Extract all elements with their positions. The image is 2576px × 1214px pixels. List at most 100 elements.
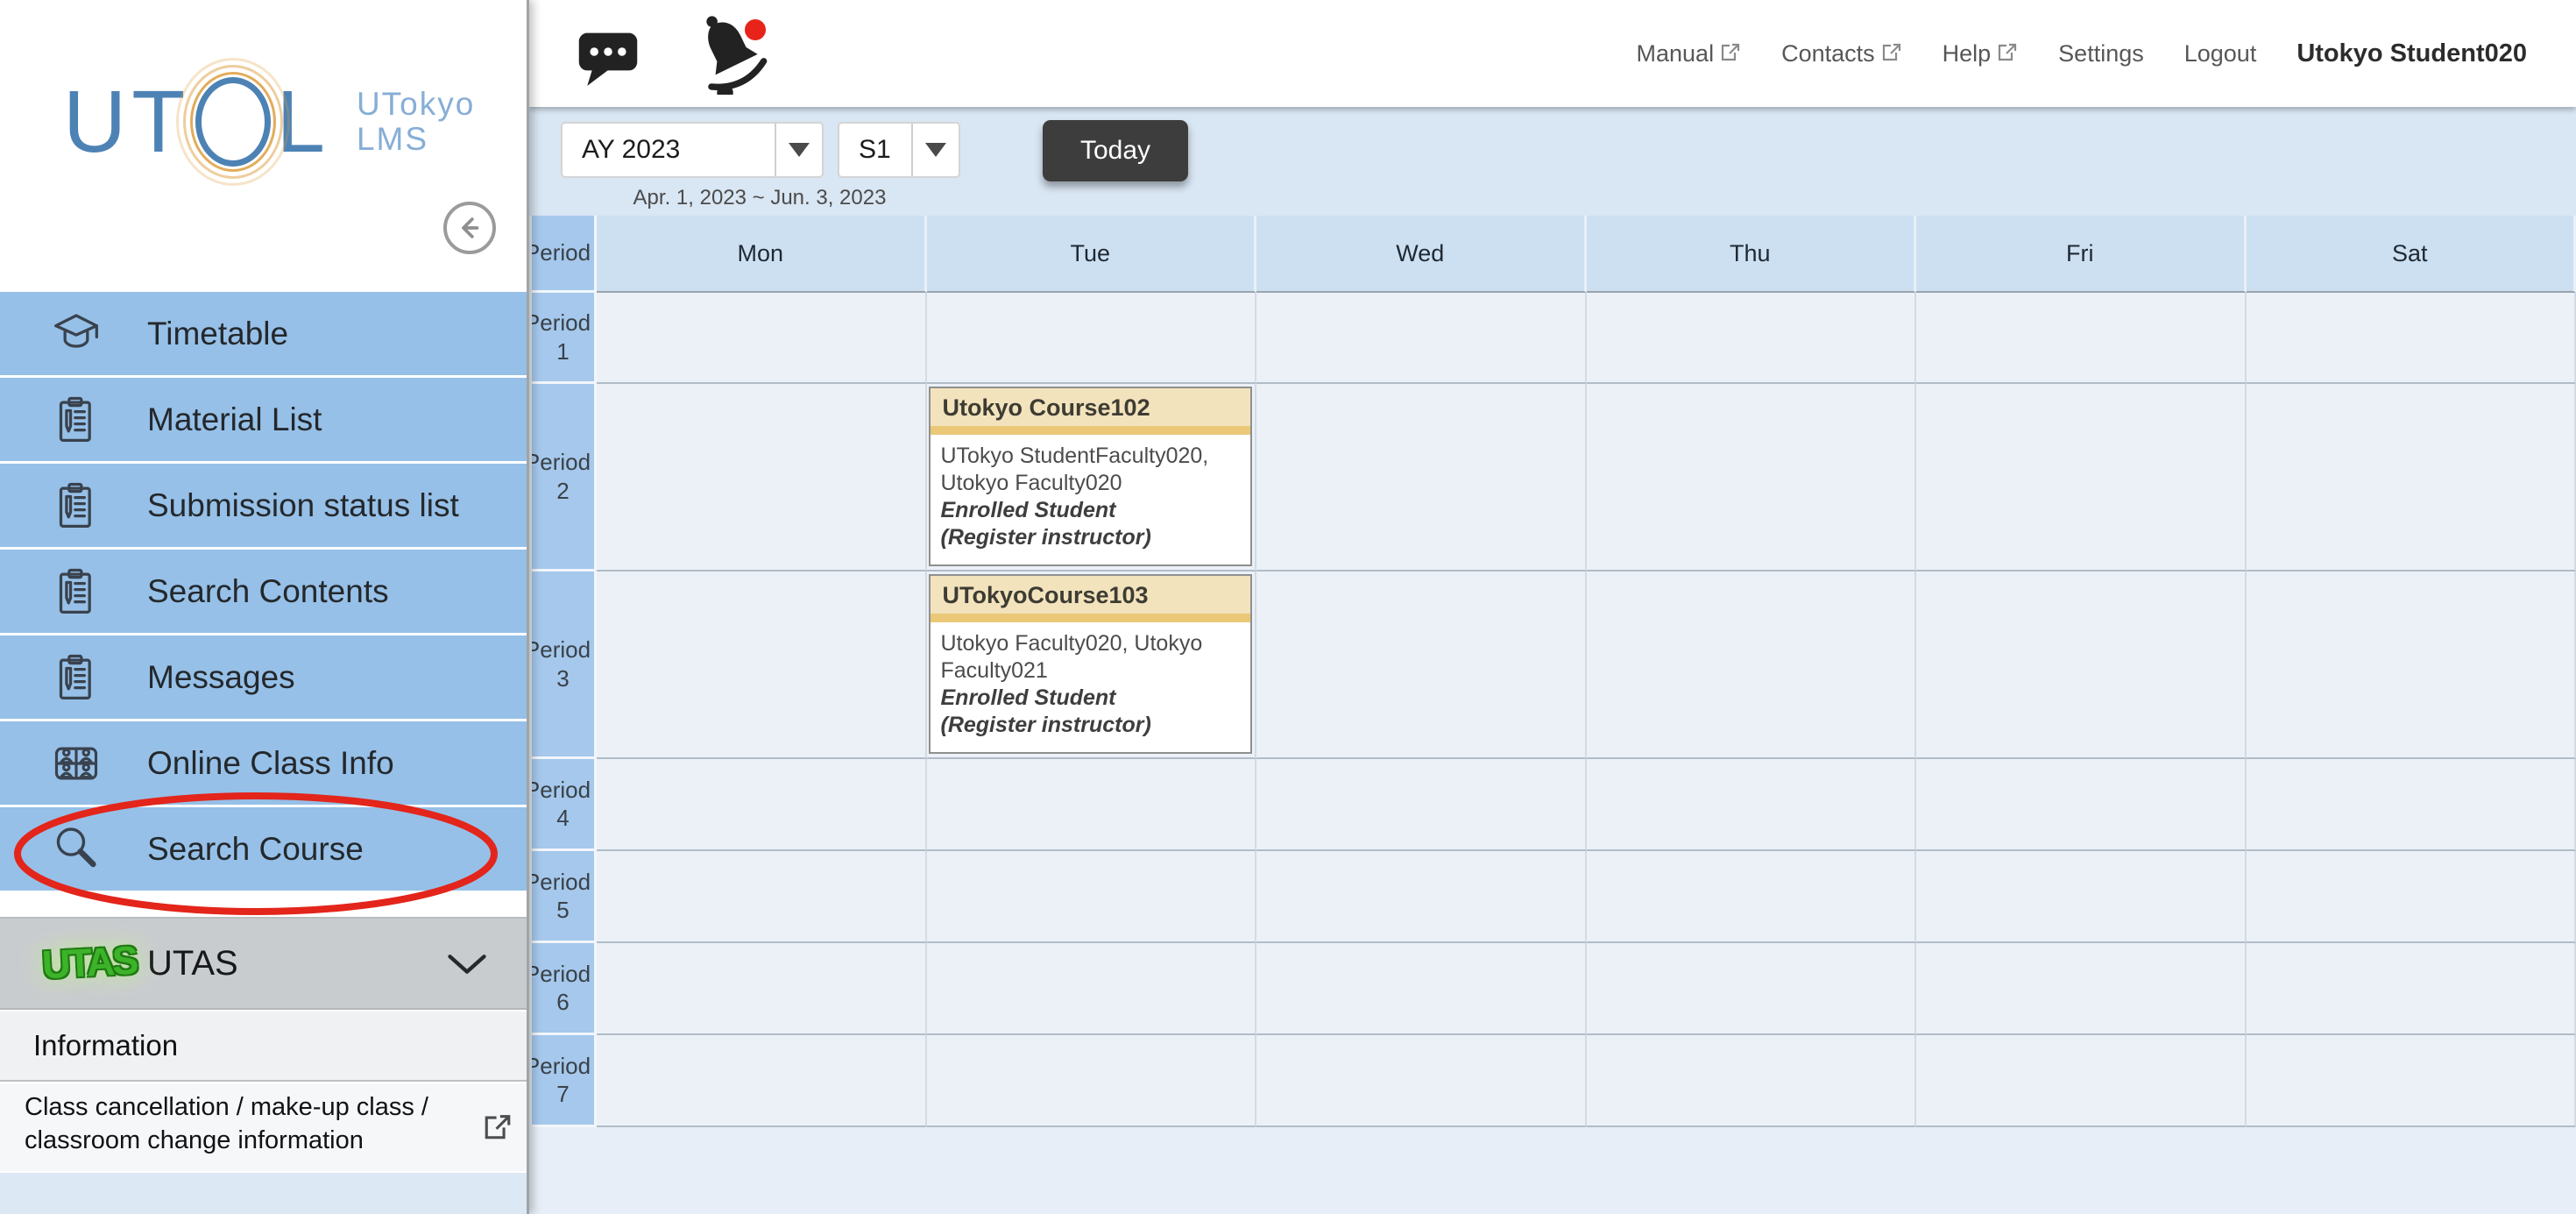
online-class-icon xyxy=(47,740,105,787)
term-select[interactable]: S1 xyxy=(838,122,960,178)
dropdown-arrow-icon xyxy=(925,143,946,157)
period-label-6: Period6 xyxy=(532,943,597,1035)
submission-list-icon xyxy=(47,481,105,530)
search-contents-icon xyxy=(47,567,105,616)
logo-subtitle-line1: UTokyo xyxy=(357,87,475,122)
sidebar-item-online-class-info[interactable]: Online Class Info xyxy=(0,721,527,805)
user-name: Utokyo Student020 xyxy=(2296,39,2527,68)
dropdown-arrow-icon xyxy=(789,143,810,157)
timetable-cell-sat-p1 xyxy=(2247,293,2576,384)
top-nav: Manual Contacts Help Settings Logout Utok… xyxy=(1637,0,2576,107)
top-link-help[interactable]: Help xyxy=(1943,40,2019,67)
timetable-cell-thu-p3 xyxy=(1587,572,1917,759)
course-title: Utokyo Course102 xyxy=(931,388,1251,435)
top-bar: Manual Contacts Help Settings Logout Utok… xyxy=(529,0,2576,107)
timetable-cell-sat-p5 xyxy=(2247,851,2576,943)
course-card[interactable]: Utokyo Course102UTokyo StudentFaculty020… xyxy=(929,387,1253,566)
sidebar-item-label: Online Class Info xyxy=(147,745,394,782)
sidebar-item-search-contents[interactable]: Search Contents xyxy=(0,550,527,633)
period-label-4: Period4 xyxy=(532,759,597,851)
date-range: Apr. 1, 2023 ~ Jun. 3, 2023 xyxy=(556,186,964,210)
sidebar-item-label: Search Contents xyxy=(147,573,389,610)
top-link-settings[interactable]: Settings xyxy=(2058,40,2144,67)
material-list-icon xyxy=(47,395,105,444)
course-instructors: Utokyo Faculty020, Utokyo Faculty021 xyxy=(941,630,1241,685)
sidebar-item-utas[interactable]: UTAS UTAS xyxy=(0,917,527,1010)
utas-logo: UTAS xyxy=(41,939,119,988)
timetable-cell-fri-p2 xyxy=(1916,384,2247,572)
day-header-mon: Mon xyxy=(597,216,927,293)
timetable-cell-fri-p3 xyxy=(1916,572,2247,759)
timetable-cell-thu-p7 xyxy=(1587,1035,1917,1127)
timetable-cell-sat-p7 xyxy=(2247,1035,2576,1127)
sidebar-menu: Timetable Material List Submission statu… xyxy=(0,292,527,893)
sidebar-item-search-course[interactable]: Search Course xyxy=(0,807,527,891)
period-label-7: Period7 xyxy=(532,1035,597,1127)
day-header-wed: Wed xyxy=(1256,216,1587,293)
timetable-cell-fri-p1 xyxy=(1916,293,2247,384)
top-link-label: Settings xyxy=(2058,40,2144,67)
term-value: S1 xyxy=(839,135,911,165)
timetable-cell-tue-p7 xyxy=(927,1035,1257,1127)
class-cancellation-label: Class cancellation / make-up class / cla… xyxy=(25,1093,428,1154)
timetable-cell-thu-p5 xyxy=(1587,851,1917,943)
messages-icon xyxy=(47,653,105,702)
sidebar-item-label: Messages xyxy=(147,659,295,696)
external-link-icon xyxy=(1997,41,2018,62)
period-label-2: Period2 xyxy=(532,384,597,572)
top-link-label: Contacts xyxy=(1781,40,1875,67)
academic-year-select[interactable]: AY 2023 xyxy=(561,122,824,178)
timetable-cell-sat-p2 xyxy=(2247,384,2576,572)
day-header-tue: Tue xyxy=(927,216,1257,293)
course-title: UTokyoCourse103 xyxy=(931,576,1251,622)
timetable-cell-mon-p3 xyxy=(597,572,927,759)
top-link-manual[interactable]: Manual xyxy=(1637,40,1742,67)
notifications-bell-icon[interactable] xyxy=(683,7,768,95)
top-link-logout[interactable]: Logout xyxy=(2184,40,2257,67)
period-label-3: Period3 xyxy=(532,572,597,759)
sidebar-item-label: Submission status list xyxy=(147,487,459,524)
sidebar-collapse-button[interactable] xyxy=(443,202,496,254)
top-link-label: Logout xyxy=(2184,40,2257,67)
search-icon xyxy=(47,824,105,875)
course-role: Enrolled Student xyxy=(941,497,1241,524)
top-link-label: Manual xyxy=(1637,40,1715,67)
timetable-cell-mon-p2 xyxy=(597,384,927,572)
sidebar-item-messages[interactable]: Messages xyxy=(0,635,527,719)
logo-text-pre: UT xyxy=(63,78,190,166)
course-card[interactable]: UTokyoCourse103 Utokyo Faculty020, Utokyo… xyxy=(929,574,1253,754)
course-role: Enrolled Student xyxy=(941,685,1241,712)
top-link-label: Help xyxy=(1943,40,1992,67)
timetable-cell-wed-p2 xyxy=(1256,384,1587,572)
timetable-cell-thu-p2 xyxy=(1587,384,1917,572)
timetable-cell-wed-p4 xyxy=(1256,759,1587,851)
sidebar: UTL UTokyo LMS Timetable Material List S… xyxy=(0,0,529,1214)
timetable-cell-fri-p6 xyxy=(1916,943,2247,1035)
graduation-cap-icon xyxy=(47,309,105,359)
utol-logo: UTL UTokyo LMS xyxy=(63,77,475,167)
arrow-left-icon xyxy=(455,213,485,243)
top-link-contacts[interactable]: Contacts xyxy=(1781,40,1902,67)
timetable-cell-tue-p4 xyxy=(927,759,1257,851)
timetable-cell-wed-p7 xyxy=(1256,1035,1587,1127)
timetable-cell-tue-p2: Utokyo Course102UTokyo StudentFaculty020… xyxy=(927,384,1257,572)
timetable-cell-wed-p6 xyxy=(1256,943,1587,1035)
chat-messages-icon[interactable] xyxy=(575,23,641,88)
timetable-cell-tue-p5 xyxy=(927,851,1257,943)
timetable-cell-wed-p5 xyxy=(1256,851,1587,943)
period-column-header: Period xyxy=(532,216,597,293)
timetable-cell-mon-p4 xyxy=(597,759,927,851)
today-button[interactable]: Today xyxy=(1043,120,1188,181)
timetable-cell-mon-p1 xyxy=(597,293,927,384)
sidebar-item-submission-status-list[interactable]: Submission status list xyxy=(0,464,527,547)
timetable-cell-mon-p5 xyxy=(597,851,927,943)
timetable-cell-fri-p4 xyxy=(1916,759,2247,851)
timetable-cell-fri-p5 xyxy=(1916,851,2247,943)
chevron-down-icon xyxy=(444,952,490,978)
sidebar-item-timetable[interactable]: Timetable xyxy=(0,292,527,375)
class-cancellation-link[interactable]: Class cancellation / make-up class / cla… xyxy=(0,1083,527,1171)
external-link-icon xyxy=(483,1111,513,1141)
period-label-5: Period5 xyxy=(532,851,597,943)
timetable-cell-sat-p4 xyxy=(2247,759,2576,851)
sidebar-item-material-list[interactable]: Material List xyxy=(0,378,527,461)
